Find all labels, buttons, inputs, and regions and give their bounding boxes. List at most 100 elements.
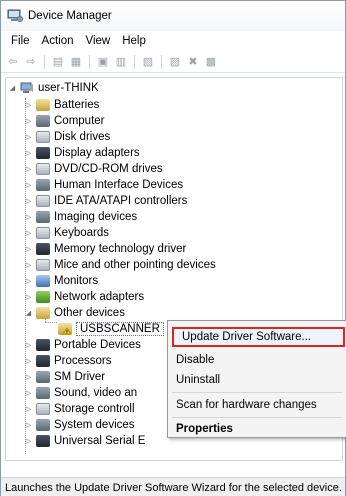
tree-item-mice[interactable]: ▷ Mice and other pointing devices: [24, 257, 216, 273]
update-driver-icon[interactable]: ▨: [167, 54, 183, 70]
ctx-update-driver[interactable]: Update Driver Software...: [172, 327, 345, 347]
tree-item-label: USBSCANNER: [76, 322, 164, 336]
ctx-uninstall[interactable]: Uninstall: [168, 370, 346, 390]
ctx-disable[interactable]: Disable: [168, 350, 346, 370]
tree-item-label: Network adapters: [54, 291, 145, 303]
ctx-item-label: Scan for hardware changes: [176, 399, 317, 411]
display-adapter-icon: [36, 147, 50, 159]
tree-connector: [45, 322, 57, 323]
expand-arrow-icon[interactable]: ▷: [24, 389, 33, 397]
tree-item-portable[interactable]: ▷ Portable Devices: [24, 337, 141, 353]
tree-item-keyboards[interactable]: ▷ Keyboards: [24, 225, 109, 241]
expand-arrow-icon[interactable]: ▷: [24, 117, 33, 125]
show-hide-tree-icon[interactable]: ▤: [50, 54, 66, 70]
scan-hardware-icon[interactable]: ▧: [140, 54, 156, 70]
help-icon[interactable]: ▣: [95, 54, 111, 70]
status-text: Launches the Update Driver Software Wiza…: [5, 481, 342, 494]
properties-icon[interactable]: ▦: [68, 54, 84, 70]
expand-arrow-icon[interactable]: ▷: [24, 261, 33, 269]
device-manager-window: Device Manager File Action View Help ⇦ ⇨…: [0, 0, 346, 496]
tree-item-network[interactable]: ▷ Network adapters: [24, 289, 144, 305]
tree-item-batteries[interactable]: ▷ Batteries: [24, 97, 99, 113]
expand-arrow-icon[interactable]: ▷: [24, 197, 33, 205]
expand-arrow-icon[interactable]: ▷: [24, 133, 33, 141]
imaging-device-icon: [36, 211, 50, 223]
tree-item-label: Portable Devices: [54, 339, 141, 351]
ctx-scan-hardware[interactable]: Scan for hardware changes: [168, 395, 346, 415]
tree-item-sm-driver[interactable]: ▷ SM Driver: [24, 369, 105, 385]
ctx-item-label: Properties: [176, 423, 233, 435]
usb-icon: [36, 435, 50, 447]
tree-item-memory[interactable]: ▷ Memory technology driver: [24, 241, 186, 257]
tree-item-label: Display adapters: [54, 147, 140, 159]
forward-arrow-icon[interactable]: ⇨: [23, 54, 39, 70]
tree-item-computer[interactable]: ▷ Computer: [24, 113, 105, 129]
ide-controller-icon: [36, 195, 50, 207]
expand-arrow-icon[interactable]: ▷: [24, 213, 33, 221]
tree-item-dvd-drives[interactable]: ▷ DVD/CD-ROM drives: [24, 161, 163, 177]
expand-arrow-icon[interactable]: ▷: [24, 373, 33, 381]
window-title: Device Manager: [28, 10, 112, 22]
tree-item-label: Universal Serial E: [54, 435, 146, 447]
processor-icon: [36, 355, 50, 367]
tree-item-ide[interactable]: ▷ IDE ATA/ATAPI controllers: [24, 193, 187, 209]
expand-arrow-icon[interactable]: ▷: [24, 181, 33, 189]
tree-item-display-adapters[interactable]: ▷ Display adapters: [24, 145, 140, 161]
tree-item-usb[interactable]: ▷ Universal Serial E: [24, 433, 145, 449]
tree-item-sound[interactable]: ▷ Sound, video an: [24, 385, 137, 401]
title-bar: Device Manager: [1, 1, 345, 31]
expand-arrow-icon[interactable]: ▷: [24, 149, 33, 157]
collapse-arrow-icon[interactable]: ◢: [24, 309, 33, 317]
menu-file[interactable]: File: [5, 35, 36, 47]
expand-arrow-icon[interactable]: ▷: [24, 101, 33, 109]
ctx-item-label: Update Driver Software...: [182, 331, 312, 343]
dvd-drive-icon: [36, 163, 50, 175]
tree-item-label: Mice and other pointing devices: [54, 259, 216, 271]
tree-item-label: Storage controll: [54, 403, 135, 415]
monitor-icon: [36, 275, 50, 287]
tree-item-monitors[interactable]: ▷ Monitors: [24, 273, 98, 289]
tree-item-hid[interactable]: ▷ Human Interface Devices: [24, 177, 183, 193]
menu-view[interactable]: View: [80, 35, 117, 47]
disk-drive-icon: [36, 131, 50, 143]
other-devices-icon: [36, 307, 50, 319]
expand-arrow-icon[interactable]: ▷: [24, 341, 33, 349]
mouse-icon: [36, 259, 50, 271]
tree-item-imaging[interactable]: ▷ Imaging devices: [24, 209, 137, 225]
uninstall-device-icon[interactable]: ▩: [203, 54, 219, 70]
expand-arrow-icon[interactable]: ▷: [24, 165, 33, 173]
expand-arrow-icon[interactable]: ▷: [24, 245, 33, 253]
tree-item-label: Other devices: [54, 307, 125, 319]
expand-arrow-icon[interactable]: ▷: [24, 405, 33, 413]
tree-item-label: Processors: [54, 355, 112, 367]
tree-item-label: Disk drives: [54, 131, 111, 143]
tree-item-label: Imaging devices: [54, 211, 138, 223]
disable-device-icon[interactable]: ✖: [185, 54, 201, 70]
tree-item-label: Human Interface Devices: [54, 179, 184, 191]
menu-action[interactable]: Action: [36, 35, 80, 47]
ctx-properties[interactable]: Properties: [168, 419, 346, 439]
expand-arrow-icon[interactable]: ▷: [24, 229, 33, 237]
tree-item-processors[interactable]: ▷ Processors: [24, 353, 112, 369]
tree-item-system[interactable]: ▷ System devices: [24, 417, 135, 433]
toolbar-separator: [134, 54, 135, 69]
expand-arrow-icon[interactable]: ▷: [24, 421, 33, 429]
tree-item-storage[interactable]: ▷ Storage controll: [24, 401, 135, 417]
back-arrow-icon[interactable]: ⇦: [5, 54, 21, 70]
tree-item-usbscanner[interactable]: USBSCANNER: [58, 321, 164, 337]
hid-icon: [36, 179, 50, 191]
view-icon[interactable]: ▥: [113, 54, 129, 70]
tree-root[interactable]: ◢ user-THINK: [8, 80, 99, 96]
expand-arrow-icon[interactable]: ▷: [24, 277, 33, 285]
expand-arrow-icon[interactable]: ▷: [24, 357, 33, 365]
status-bar: Launches the Update Driver Software Wiza…: [1, 477, 345, 496]
tree-item-other-devices[interactable]: ◢ Other devices: [24, 305, 125, 321]
tree-item-label: DVD/CD-ROM drives: [54, 163, 163, 175]
menu-help[interactable]: Help: [116, 35, 152, 47]
expand-arrow-icon[interactable]: ▷: [24, 437, 33, 445]
computer-icon: [36, 115, 50, 127]
tree-item-label: Batteries: [54, 99, 100, 111]
expand-arrow-icon[interactable]: ▷: [24, 293, 33, 301]
tree-item-disk-drives[interactable]: ▷ Disk drives: [24, 129, 110, 145]
collapse-arrow-icon[interactable]: ◢: [8, 84, 17, 92]
